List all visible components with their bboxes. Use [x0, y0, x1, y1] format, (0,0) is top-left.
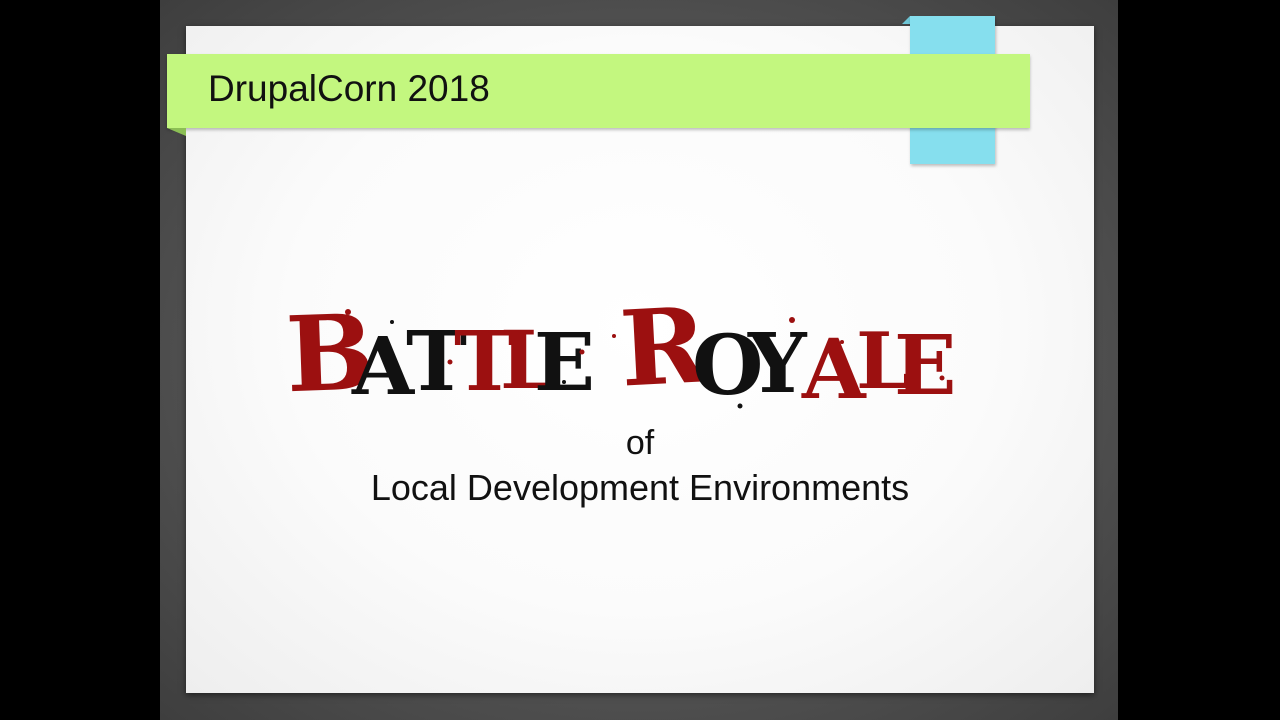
banner-title: DrupalCorn 2018: [208, 68, 490, 109]
logo-letter: E: [894, 318, 957, 414]
logo-letter: E: [534, 315, 595, 409]
logo-letter: Y: [747, 316, 808, 412]
banner-fold: [167, 128, 186, 136]
subtitle-main: Local Development Environments: [370, 467, 910, 508]
title-banner: DrupalCorn 2018: [167, 54, 1030, 128]
tab-fold: [902, 16, 910, 24]
subtitle-of: of: [625, 424, 655, 462]
battle-royale-logo: B A T T L E R O Y A L E: [284, 283, 957, 418]
